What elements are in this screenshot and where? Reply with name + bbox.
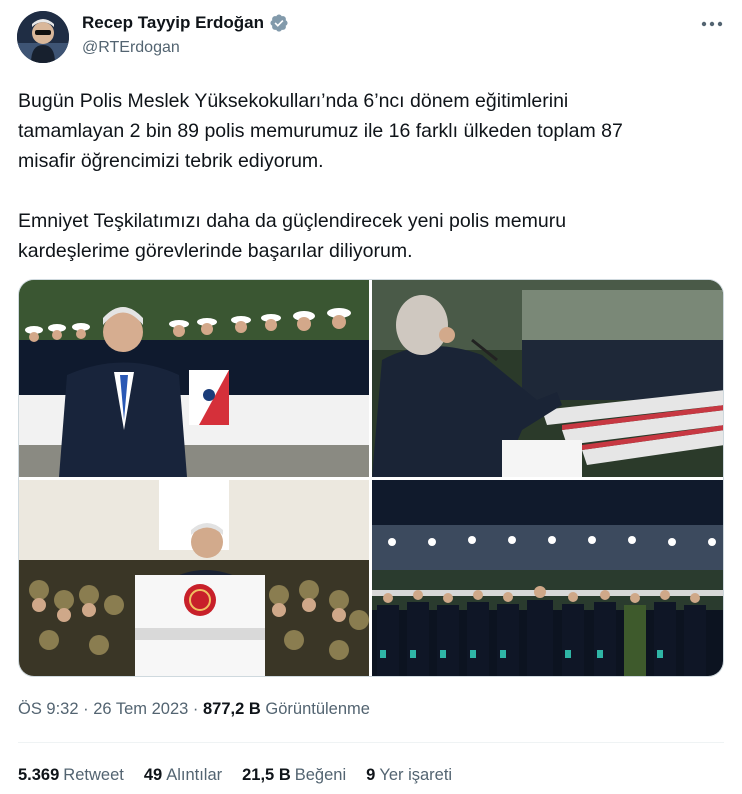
tweet-date[interactable]: 26 Tem 2023	[93, 700, 188, 718]
divider	[18, 742, 724, 743]
author-handle[interactable]: @RTErdogan	[82, 39, 180, 57]
author-name-row[interactable]: Recep Tayyip Erdoğan	[82, 13, 289, 33]
stat-retweets[interactable]: 5.369 Retweet	[18, 766, 124, 785]
photo-graduation-ranks[interactable]	[19, 280, 369, 477]
more-options-icon[interactable]	[698, 12, 726, 36]
stat-bookmarks[interactable]: 9 Yer işareti	[366, 766, 452, 785]
stat-label: Yer işareti	[379, 766, 453, 784]
stat-count: 9	[366, 766, 376, 784]
photo-podium-speech[interactable]	[19, 480, 369, 676]
meta-separator: ·	[188, 700, 203, 718]
stat-quotes[interactable]: 49 Alıntılar	[144, 766, 222, 785]
photo-night-ceremony[interactable]	[372, 480, 723, 676]
verified-badge-icon[interactable]	[269, 13, 289, 33]
stat-count: 49	[143, 766, 163, 784]
media-grid	[18, 279, 724, 677]
stat-label: Beğeni	[294, 766, 347, 784]
stat-count: 21,5 B	[242, 766, 291, 784]
avatar-photo	[17, 11, 69, 63]
tweet-meta: ÖS 9:32 · 26 Tem 2023 · 877,2 B Görüntül…	[18, 700, 370, 719]
stat-label: Retweet	[63, 766, 124, 784]
stat-label: Alıntılar	[166, 766, 223, 784]
avatar[interactable]	[17, 11, 69, 63]
stat-count: 5.369	[18, 766, 60, 784]
photo-speech-stadium[interactable]	[372, 280, 723, 477]
author-name[interactable]: Recep Tayyip Erdoğan	[82, 13, 264, 33]
tweet-time[interactable]: ÖS 9:32	[18, 700, 79, 718]
meta-separator: ·	[78, 700, 94, 718]
stat-likes[interactable]: 21,5 B Beğeni	[242, 766, 346, 785]
tweet-text: Bugün Polis Meslek Yüksekokulları’nda 6’…	[18, 90, 623, 262]
tweet-stats: 5.369 Retweet 49 Alıntılar 21,5 B Beğeni 9Y…	[18, 766, 472, 785]
views-label: Görüntülenme	[265, 700, 370, 718]
views-count: 877,2 B	[203, 700, 261, 718]
